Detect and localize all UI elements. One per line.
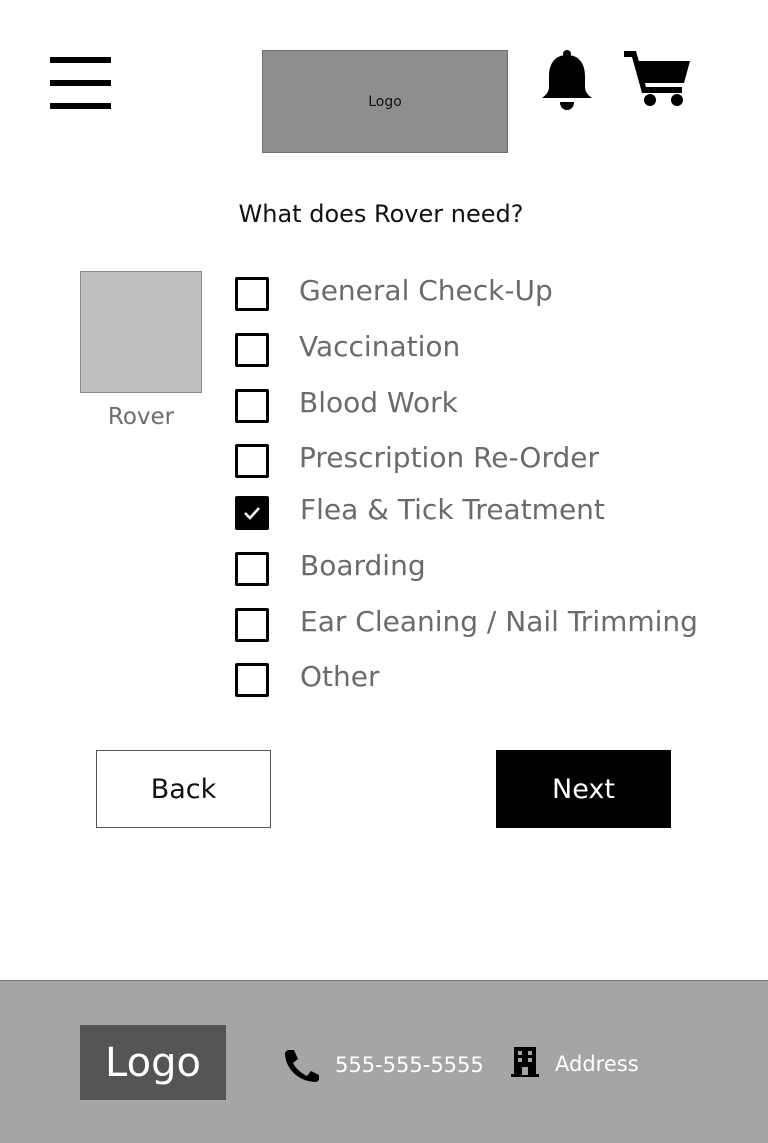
checkbox[interactable] <box>235 389 269 423</box>
option-blood-work[interactable]: Blood Work <box>235 386 695 426</box>
option-label: Flea & Tick Treatment <box>300 493 605 526</box>
option-label: Other <box>300 660 380 693</box>
menu-icon[interactable] <box>50 57 111 109</box>
option-prescription-re-order[interactable]: Prescription Re-Order <box>235 441 695 481</box>
option-flea-tick-treatment[interactable]: Flea & Tick Treatment <box>235 493 695 533</box>
next-button[interactable]: Next <box>496 750 671 828</box>
phone-icon <box>285 1050 319 1082</box>
checkbox[interactable] <box>235 552 269 586</box>
header-logo: Logo <box>262 50 508 153</box>
bell-icon[interactable] <box>540 49 594 111</box>
checkbox-checked[interactable] <box>235 496 269 530</box>
checkbox[interactable] <box>235 444 269 478</box>
checkbox[interactable] <box>235 277 269 311</box>
pet-photo <box>80 271 202 393</box>
option-vaccination[interactable]: Vaccination <box>235 330 695 370</box>
option-label: Ear Cleaning / Nail Trimming <box>300 605 698 638</box>
option-other[interactable]: Other <box>235 660 695 700</box>
option-boarding[interactable]: Boarding <box>235 549 695 589</box>
back-button[interactable]: Back <box>96 750 271 828</box>
question-heading: What does Rover need? <box>238 200 524 228</box>
phone-number[interactable]: 555-555-5555 <box>335 1053 484 1077</box>
option-label: General Check-Up <box>299 274 553 307</box>
option-label: Vaccination <box>299 330 461 363</box>
checkmark-icon <box>244 507 260 520</box>
option-label: Prescription Re-Order <box>299 441 599 474</box>
pet-name: Rover <box>107 404 175 430</box>
option-label: Boarding <box>300 549 426 582</box>
building-icon <box>511 1047 539 1077</box>
address-text[interactable]: Address <box>555 1052 639 1076</box>
option-general-check-up[interactable]: General Check-Up <box>235 274 695 314</box>
checkbox[interactable] <box>235 608 269 642</box>
option-ear-cleaning-nail-trimming[interactable]: Ear Cleaning / Nail Trimming <box>235 605 698 645</box>
checkbox[interactable] <box>235 333 269 367</box>
cart-icon[interactable] <box>624 49 690 107</box>
footer-logo[interactable]: Logo <box>80 1025 226 1100</box>
option-label: Blood Work <box>299 386 458 419</box>
checkbox[interactable] <box>235 663 269 697</box>
header-logo-text: Logo <box>368 93 402 110</box>
footer: Logo 555-555-5555 Address <box>0 980 768 1143</box>
